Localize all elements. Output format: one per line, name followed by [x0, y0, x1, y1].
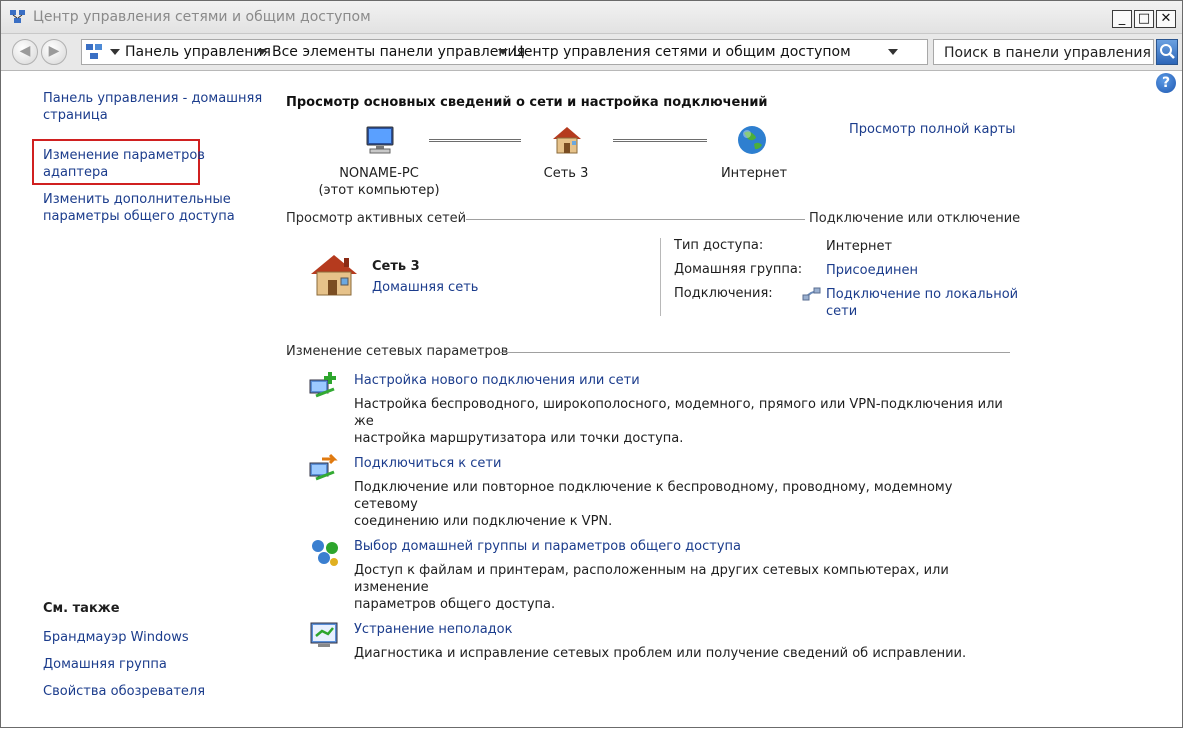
connections-label: Подключения:	[674, 286, 773, 301]
see-also-homegroup-link[interactable]: Домашняя группа	[43, 656, 273, 673]
connection-line	[429, 139, 521, 142]
search-box[interactable]	[933, 39, 1156, 65]
back-arrow-icon[interactable]: ◀	[12, 39, 38, 65]
connect-disconnect-link[interactable]: Подключение или отключение	[809, 211, 1020, 226]
title-bar[interactable]: Центр управления сетями и общим доступом…	[1, 1, 1182, 34]
network-sharing-center-window: Центр управления сетями и общим доступом…	[0, 0, 1183, 728]
network-center-app-icon	[9, 9, 27, 29]
network-cable-icon	[802, 287, 822, 305]
task-desc-line2: соединению или подключение к VPN.	[354, 514, 613, 529]
forward-arrow-icon[interactable]: ▶	[41, 39, 67, 65]
breadcrumb-control-panel[interactable]: Панель управления	[125, 44, 271, 60]
homegroup-link[interactable]: Присоединен	[826, 262, 918, 279]
maximize-button[interactable]: □	[1134, 10, 1154, 28]
search-button[interactable]	[1156, 39, 1178, 65]
task-new-connection-link[interactable]: Настройка нового подключения или сети	[354, 373, 640, 388]
vertical-divider	[660, 238, 661, 316]
breadcrumb-all-items[interactable]: Все элементы панели управления	[272, 44, 525, 60]
page-title: Просмотр основных сведений о сети и наст…	[286, 95, 768, 110]
see-also-internet-options-link[interactable]: Свойства обозревателя	[43, 683, 273, 700]
local-connection-link[interactable]: Подключение по локальной сети	[826, 286, 1018, 320]
breadcrumb-network-center[interactable]: Центр управления сетями и общим доступом	[513, 44, 851, 60]
computer-icon	[364, 125, 396, 159]
homegroup-sharing-icon	[308, 536, 342, 572]
home-network-icon	[550, 124, 584, 160]
address-field[interactable]: Панель управления Все элементы панели уп…	[81, 39, 1003, 65]
search-input[interactable]	[942, 41, 1156, 65]
divider	[500, 352, 1010, 353]
troubleshoot-icon	[308, 620, 342, 654]
control-panel-icon	[85, 43, 103, 65]
window-title: Центр управления сетями и общим доступом	[33, 9, 371, 25]
local-connection-line2[interactable]: сети	[826, 304, 857, 319]
task-connect-network-link[interactable]: Подключиться к сети	[354, 456, 501, 471]
see-also-heading: См. также	[43, 601, 120, 616]
sidebar-item-advanced-sharing[interactable]: Изменить дополнительные параметры общего…	[43, 191, 273, 225]
internet-globe-icon	[736, 124, 768, 160]
sidebar-item-label[interactable]: Изменить дополнительные	[43, 192, 231, 207]
task-desc-line1: Настройка беспроводного, широкополосного…	[354, 397, 1003, 429]
computer-name: NONAME-PC	[339, 166, 419, 181]
task-troubleshoot-link[interactable]: Устранение неполадок	[354, 622, 512, 637]
divider	[466, 219, 805, 220]
task-desc-line1: Доступ к файлам и принтерам, расположенн…	[354, 563, 949, 595]
sidebar-item-control-panel-home[interactable]: Панель управления - домашняя страница	[43, 90, 273, 124]
sidebar-item-label[interactable]: адаптера	[43, 165, 108, 180]
new-connection-icon	[308, 370, 342, 406]
home-network-icon	[308, 252, 360, 302]
task-troubleshoot-desc: Диагностика и исправление сетевых пробле…	[354, 646, 967, 661]
view-full-map-link[interactable]: Просмотр полной карты	[849, 122, 1016, 137]
address-history-dropdown-icon[interactable]	[888, 49, 898, 55]
close-button[interactable]: ✕	[1156, 10, 1176, 28]
sidebar-item-label[interactable]: страница	[43, 108, 108, 123]
address-toolbar: ◀ ▶ Панель управления Все элементы панел…	[1, 34, 1182, 71]
connect-to-network-icon	[308, 453, 342, 489]
task-desc-line2: настройка маршрутизатора или точки досту…	[354, 431, 684, 446]
task-desc-line2: параметров общего доступа.	[354, 597, 556, 612]
computer-desc: (этот компьютер)	[318, 183, 440, 198]
help-icon[interactable]: ?	[1156, 73, 1176, 93]
breadcrumb-separator-icon[interactable]	[257, 49, 267, 55]
internet-label: Интернет	[720, 166, 788, 181]
task-new-connection-desc: Настройка беспроводного, широкополосного…	[354, 396, 1014, 447]
homegroup-label: Домашняя группа:	[674, 262, 803, 277]
task-desc-line1: Подключение или повторное подключение к …	[354, 480, 953, 512]
active-network-name: Сеть 3	[372, 259, 420, 274]
see-also-firewall-link[interactable]: Брандмауэр Windows	[43, 629, 273, 646]
breadcrumb-dropdown-icon[interactable]	[110, 49, 120, 55]
task-connect-network-desc: Подключение или повторное подключение к …	[354, 479, 1014, 530]
computer-label: NONAME-PC (этот компьютер)	[316, 165, 442, 199]
network-type-link[interactable]: Домашняя сеть	[372, 280, 478, 295]
network-label: Сеть 3	[543, 166, 589, 181]
sidebar-item-change-adapter-settings[interactable]: Изменение параметров адаптера	[43, 147, 273, 181]
task-homegroup-desc: Доступ к файлам и принтерам, расположенн…	[354, 562, 1014, 613]
active-networks-heading: Просмотр активных сетей	[286, 211, 467, 226]
breadcrumb-separator-icon[interactable]	[498, 49, 508, 55]
sidebar-item-label[interactable]: Изменение параметров	[43, 148, 205, 163]
local-connection-line1[interactable]: Подключение по локальной	[826, 287, 1018, 302]
search-icon	[1160, 44, 1175, 59]
minimize-button[interactable]: _	[1112, 10, 1132, 28]
connection-line	[613, 139, 707, 142]
task-homegroup-link[interactable]: Выбор домашней группы и параметров общег…	[354, 539, 741, 554]
access-type-label: Тип доступа:	[674, 238, 764, 253]
sidebar-item-label[interactable]: Панель управления - домашняя	[43, 91, 262, 106]
access-type-value: Интернет	[826, 239, 893, 254]
change-settings-heading: Изменение сетевых параметров	[286, 344, 509, 359]
sidebar-item-label[interactable]: параметры общего доступа	[43, 209, 235, 224]
